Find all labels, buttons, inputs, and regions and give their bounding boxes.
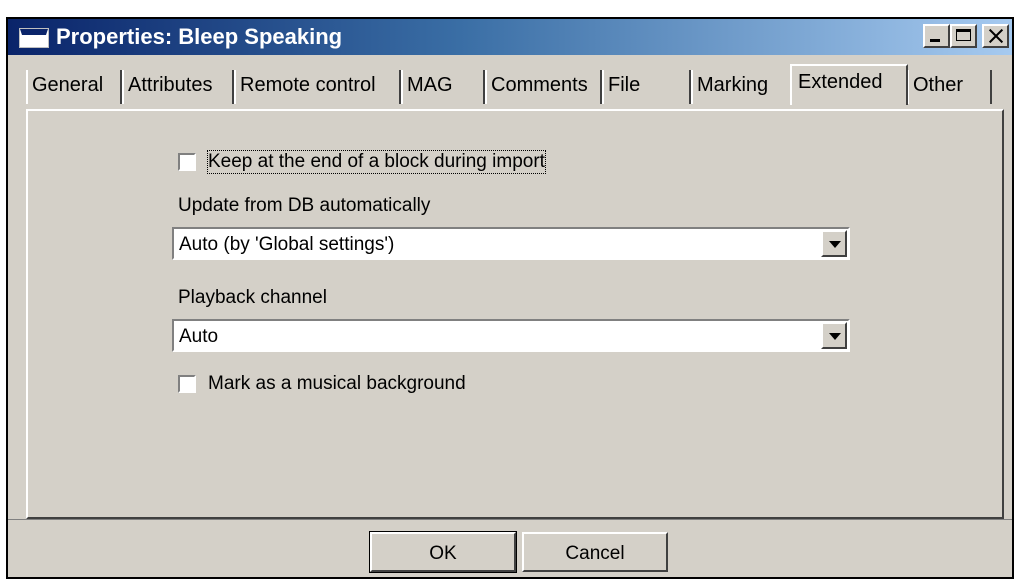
window-title: Properties: Bleep Speaking	[56, 24, 343, 49]
update-from-db-value: Auto (by 'Global settings')	[179, 234, 395, 255]
update-from-db-select[interactable]: Auto (by 'Global settings')	[172, 227, 850, 260]
tab-strip: General Attributes Remote control MAG Co…	[26, 64, 1006, 111]
keep-at-end-label[interactable]: Keep at the end of a block during import	[207, 150, 546, 174]
tab-extended[interactable]: Extended	[790, 64, 908, 105]
tab-mag[interactable]: MAG	[401, 70, 485, 104]
musical-background-checkbox[interactable]	[178, 375, 196, 393]
tab-attributes[interactable]: Attributes	[122, 70, 234, 104]
ok-button[interactable]: OK	[369, 531, 517, 573]
chevron-down-icon[interactable]	[821, 322, 847, 349]
playback-channel-value: Auto	[179, 326, 219, 347]
title-bar[interactable]: Properties: Bleep Speaking	[8, 19, 1012, 55]
chevron-down-icon[interactable]	[821, 230, 847, 257]
tab-file[interactable]: File	[602, 70, 691, 104]
tab-remote-control[interactable]: Remote control	[234, 70, 401, 104]
playback-channel-select[interactable]: Auto	[172, 319, 850, 352]
maximize-icon[interactable]	[950, 24, 977, 48]
cancel-button[interactable]: Cancel	[522, 532, 668, 572]
tab-marking[interactable]: Marking	[691, 70, 792, 104]
minimize-icon[interactable]	[923, 24, 950, 48]
window-icon	[20, 29, 48, 47]
keep-at-end-checkbox[interactable]	[178, 153, 196, 171]
playback-channel-label: Playback channel	[178, 287, 327, 308]
tab-other[interactable]: Other	[907, 70, 992, 104]
tab-general[interactable]: General	[26, 70, 122, 104]
properties-dialog: Properties: Bleep Speaking General Attri…	[6, 17, 1014, 579]
extended-panel: Keep at the end of a block during import…	[26, 109, 1004, 519]
musical-background-label[interactable]: Mark as a musical background	[208, 373, 466, 395]
tab-comments[interactable]: Comments	[485, 70, 602, 104]
update-from-db-label: Update from DB automatically	[178, 195, 431, 216]
button-bar: OK Cancel	[8, 519, 1012, 578]
close-icon[interactable]	[982, 24, 1009, 48]
